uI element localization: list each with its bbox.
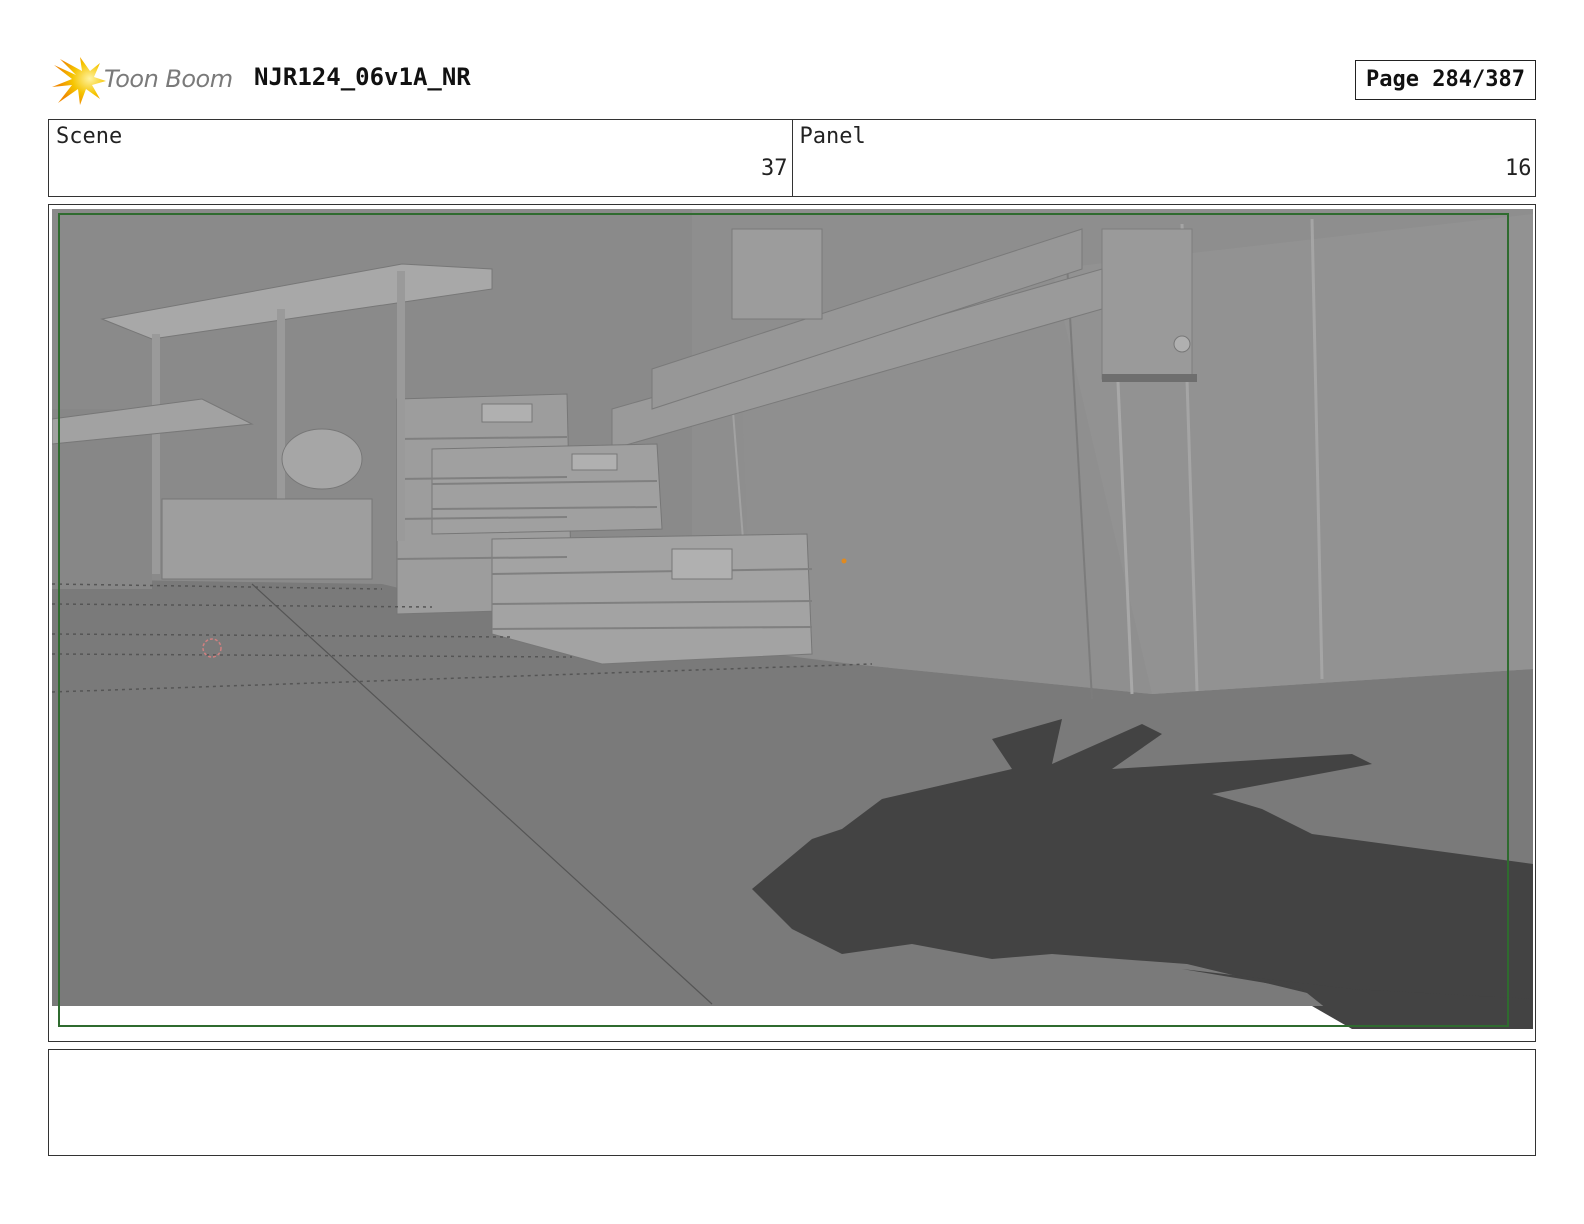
storyboard-frame [48,204,1536,1042]
document-title: NJR124_06v1A_NR [254,63,471,91]
starburst-logo-icon [52,57,106,105]
panel-number: 16 [1505,156,1532,181]
scene-number: 37 [761,156,788,181]
panel-artwork [52,209,1533,1039]
scene-label: Scene [56,124,123,149]
panel-label: Panel [799,124,866,149]
caption-box [48,1049,1536,1156]
scene-panel-row: Scene 37 Panel 16 [48,119,1536,197]
panel-cell: Panel 16 [791,120,1536,196]
brand-name: Toon Boom [104,65,233,93]
page-indicator: Page 284/387 [1355,60,1536,100]
scene-cell: Scene 37 [49,120,792,196]
toon-boom-logo: Toon Boom [50,55,240,107]
